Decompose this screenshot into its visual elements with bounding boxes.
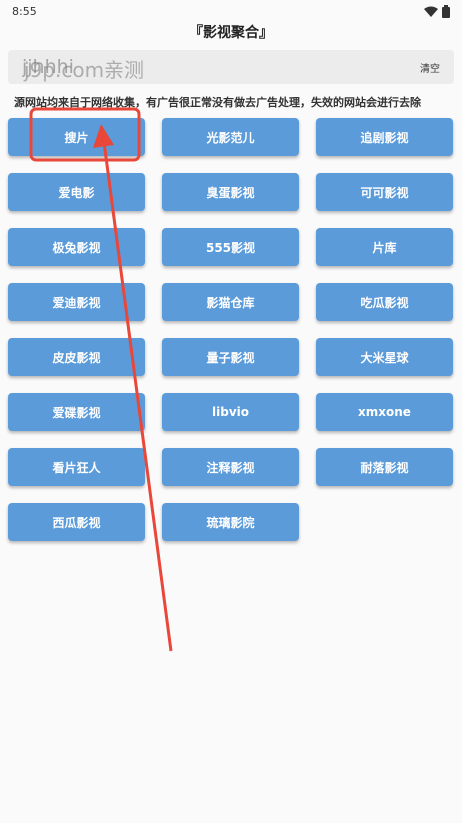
site-tile[interactable]: 555影视 bbox=[162, 228, 299, 266]
notice-text: 源网站均来自于网络收集，有广告很正常没有做去广告处理，失效的网站会进行去除 bbox=[14, 96, 421, 109]
site-tile[interactable]: 皮皮影视 bbox=[8, 338, 145, 376]
status-icons bbox=[424, 4, 450, 18]
site-tile[interactable]: 影猫仓库 bbox=[162, 283, 299, 321]
battery-icon bbox=[442, 4, 450, 18]
search-input[interactable] bbox=[22, 56, 382, 78]
site-tile[interactable]: 爱迪影视 bbox=[8, 283, 145, 321]
site-tile[interactable]: 片库 bbox=[316, 228, 453, 266]
site-tile[interactable]: 西瓜影视 bbox=[8, 503, 145, 541]
site-tile[interactable]: 光影范儿 bbox=[162, 118, 299, 156]
site-tile[interactable]: 可可影视 bbox=[316, 173, 453, 211]
wifi-icon bbox=[424, 6, 438, 17]
site-tile[interactable]: 臭蛋影视 bbox=[162, 173, 299, 211]
site-tile[interactable]: xmxone bbox=[316, 393, 453, 431]
site-tile[interactable]: 爱碟影视 bbox=[8, 393, 145, 431]
site-tile[interactable]: 看片狂人 bbox=[8, 448, 145, 486]
site-tile[interactable]: 大米星球 bbox=[316, 338, 453, 376]
status-bar: 8:55 bbox=[0, 0, 462, 22]
site-tile[interactable]: 耐落影视 bbox=[316, 448, 453, 486]
page-title: 『影视聚合』 bbox=[189, 25, 273, 41]
site-tile[interactable]: 注释影视 bbox=[162, 448, 299, 486]
site-tile[interactable]: 极兔影视 bbox=[8, 228, 145, 266]
clear-button[interactable]: 清空 bbox=[420, 60, 440, 75]
status-time: 8:55 bbox=[12, 4, 37, 18]
site-tile[interactable]: 爱电影 bbox=[8, 173, 145, 211]
search-bar: 清空 bbox=[8, 50, 454, 84]
site-tile[interactable]: libvio bbox=[162, 393, 299, 431]
site-tile[interactable]: 量子影视 bbox=[162, 338, 299, 376]
site-grid: 搜片 光影范儿 追剧影视 爱电影 臭蛋影视 可可影视 极兔影视 555影视 片库… bbox=[8, 118, 454, 541]
site-tile[interactable]: 琉璃影院 bbox=[162, 503, 299, 541]
site-tile[interactable]: 追剧影视 bbox=[316, 118, 453, 156]
site-tile[interactable]: 吃瓜影视 bbox=[316, 283, 453, 321]
site-tile[interactable]: 搜片 bbox=[8, 118, 145, 156]
